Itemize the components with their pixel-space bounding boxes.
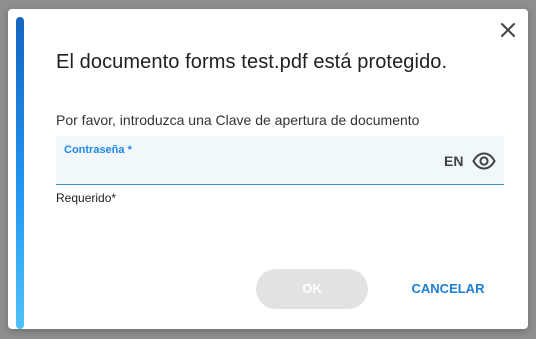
dialog-title: El documento forms test.pdf está protegi… xyxy=(56,51,448,73)
password-field-label: Contraseña * xyxy=(64,144,132,156)
required-helper-text: Requerido* xyxy=(56,191,117,205)
eye-icon xyxy=(472,152,496,170)
dialog-accent-bar xyxy=(16,17,24,329)
dialog-prompt: Por favor, introduzca una Clave de apert… xyxy=(56,112,420,128)
password-input[interactable] xyxy=(64,160,434,180)
password-dialog: El documento forms test.pdf está protegi… xyxy=(8,9,528,329)
cancel-button[interactable]: CANCELAR xyxy=(392,269,504,309)
close-icon xyxy=(501,23,515,37)
keyboard-language-indicator: EN xyxy=(444,153,464,169)
password-field[interactable]: Contraseña * EN xyxy=(56,136,504,185)
toggle-password-visibility-button[interactable] xyxy=(472,150,496,172)
close-button[interactable] xyxy=(498,20,518,40)
ok-button[interactable]: OK xyxy=(256,269,368,309)
